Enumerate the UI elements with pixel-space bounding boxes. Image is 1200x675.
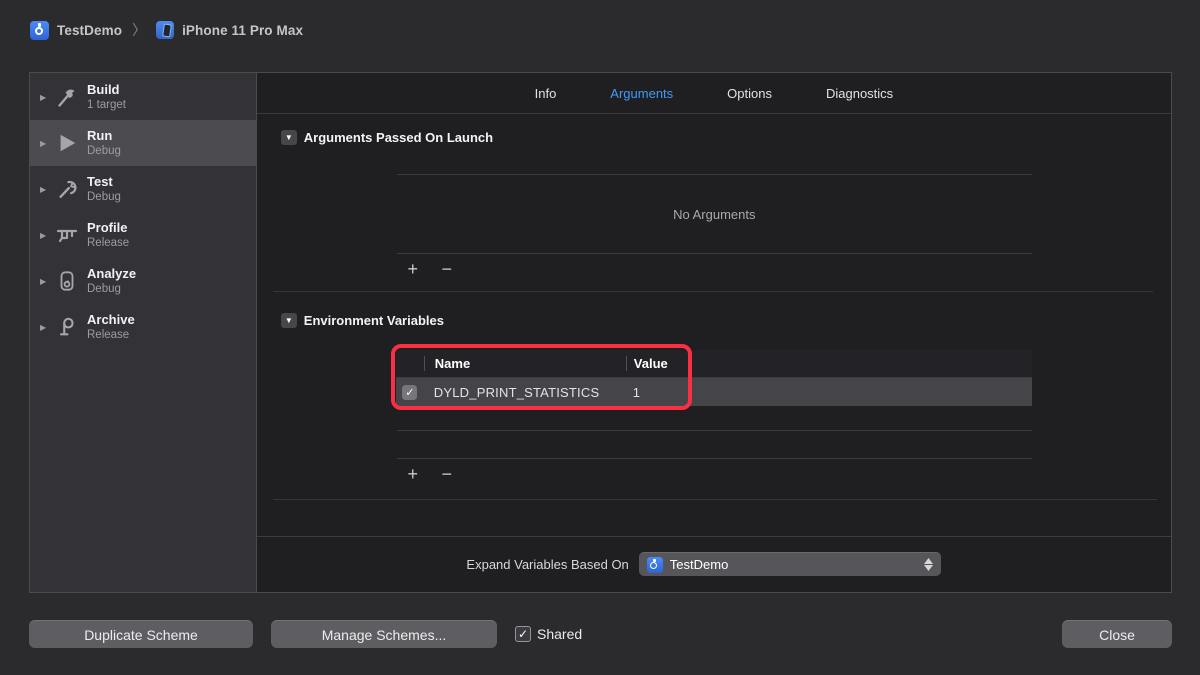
breadcrumb-separator: 〉 [130,20,148,40]
play-icon [54,131,80,155]
scheme-app-icon [647,557,663,573]
env-row-value[interactable]: 1 [626,385,1032,400]
sidebar-item-sublabel: Release [87,328,135,342]
sidebar-item-test[interactable]: ▶ Test Debug [30,166,256,212]
env-row-checkbox[interactable]: ✓ [402,385,417,400]
hammer-icon [54,85,80,109]
footer-divider [257,536,1171,537]
sidebar-item-build[interactable]: ▶ Build 1 target [30,74,256,120]
env-section-title: Environment Variables [304,313,444,328]
sidebar-item-sublabel: Debug [87,190,121,204]
sidebar-item-label: Archive [87,312,135,328]
app-icon-ring [35,27,43,35]
tab-options[interactable]: Options [727,86,772,101]
iphone-device-icon[interactable] [156,21,174,39]
section-divider [273,291,1153,292]
tab-info[interactable]: Info [535,86,557,101]
env-row-name[interactable]: DYLD_PRINT_STATISTICS [424,385,626,400]
env-section-header: ▼ Environment Variables [281,313,444,328]
sidebar-item-label: Analyze [87,266,136,282]
sidebar-item-label: Build [87,82,126,98]
expand-variables-popup[interactable]: TestDemo [639,552,941,576]
sidebar-item-sublabel: Debug [87,282,136,296]
disclosure-triangle-icon[interactable]: ▶ [40,323,54,332]
sidebar-item-label: Run [87,128,121,144]
sidebar-item-label: Test [87,174,121,190]
app-icon-tick [38,23,41,27]
tab-bar: Info Arguments Options Diagnostics [257,73,1171,114]
scheme-editor-dialog: ▶ Build 1 target ▶ Run Debug [29,72,1172,593]
disclosure-triangle-icon[interactable]: ▶ [40,185,54,194]
breadcrumb-device[interactable]: iPhone 11 Pro Max [182,23,303,38]
env-table-header: Name Value [396,350,1032,378]
sidebar-item-label: Profile [87,220,129,236]
duplicate-scheme-button[interactable]: Duplicate Scheme [29,620,253,648]
tab-diagnostics[interactable]: Diagnostics [826,86,893,101]
manage-schemes-button[interactable]: Manage Schemes... [271,620,497,648]
env-header-name: Name [424,356,626,371]
shared-checkbox[interactable]: ✓ [515,626,531,642]
sidebar-item-sublabel: 1 target [87,98,126,112]
section-disclosure-icon[interactable]: ▼ [281,130,297,145]
env-header-value: Value [626,356,1032,371]
breadcrumb-scheme[interactable]: TestDemo [57,23,122,38]
divider [397,253,1032,254]
sidebar-item-analyze[interactable]: ▶ Analyze Debug [30,258,256,304]
scheme-detail-panel: Info Arguments Options Diagnostics ▼ Arg… [257,73,1171,592]
section-disclosure-icon[interactable]: ▼ [281,313,297,328]
arguments-add-remove: + − [403,260,457,278]
disclosure-triangle-icon[interactable]: ▶ [40,231,54,240]
scheme-actions-sidebar: ▶ Build 1 target ▶ Run Debug [30,73,257,592]
popup-selected-value: TestDemo [670,557,917,572]
shared-label: Shared [537,626,582,642]
sidebar-item-archive[interactable]: ▶ Archive Release [30,304,256,350]
remove-env-variable-button[interactable]: − [437,465,457,483]
phone-glyph [162,24,172,38]
app-icon-tick [653,559,656,562]
popup-chevrons-icon [924,558,933,571]
disclosure-triangle-icon[interactable]: ▶ [40,93,54,102]
divider [397,430,1032,431]
no-arguments-text: No Arguments [397,207,1032,222]
sidebar-item-profile[interactable]: ▶ Profile Release [30,212,256,258]
wrench-icon [54,177,80,201]
shared-option: ✓ Shared [515,620,582,648]
arguments-section-header: ▼ Arguments Passed On Launch [281,130,493,145]
caliper-icon [54,223,80,247]
meter-icon [54,269,80,293]
arguments-section-title: Arguments Passed On Launch [304,130,493,145]
env-variables-table: Name Value ✓ DYLD_PRINT_STATISTICS 1 [396,350,1032,406]
divider [397,174,1032,175]
env-add-remove: + − [403,465,457,483]
scheme-app-icon[interactable] [30,21,49,40]
remove-argument-button[interactable]: − [437,260,457,278]
section-divider [273,499,1157,500]
env-table-row[interactable]: ✓ DYLD_PRINT_STATISTICS 1 [396,378,1032,406]
app-icon-ring [650,562,657,569]
disclosure-triangle-icon[interactable]: ▶ [40,139,54,148]
clamp-icon [54,315,80,339]
sidebar-item-run[interactable]: ▶ Run Debug [30,120,256,166]
expand-variables-label: Expand Variables Based On [423,557,629,572]
tab-arguments[interactable]: Arguments [610,86,673,101]
disclosure-triangle-icon[interactable]: ▶ [40,277,54,286]
close-button[interactable]: Close [1062,620,1172,648]
sidebar-item-sublabel: Debug [87,144,121,158]
add-argument-button[interactable]: + [403,260,423,278]
sidebar-item-sublabel: Release [87,236,129,250]
divider [397,458,1032,459]
breadcrumb: TestDemo 〉 iPhone 11 Pro Max [30,20,303,40]
add-env-variable-button[interactable]: + [403,465,423,483]
